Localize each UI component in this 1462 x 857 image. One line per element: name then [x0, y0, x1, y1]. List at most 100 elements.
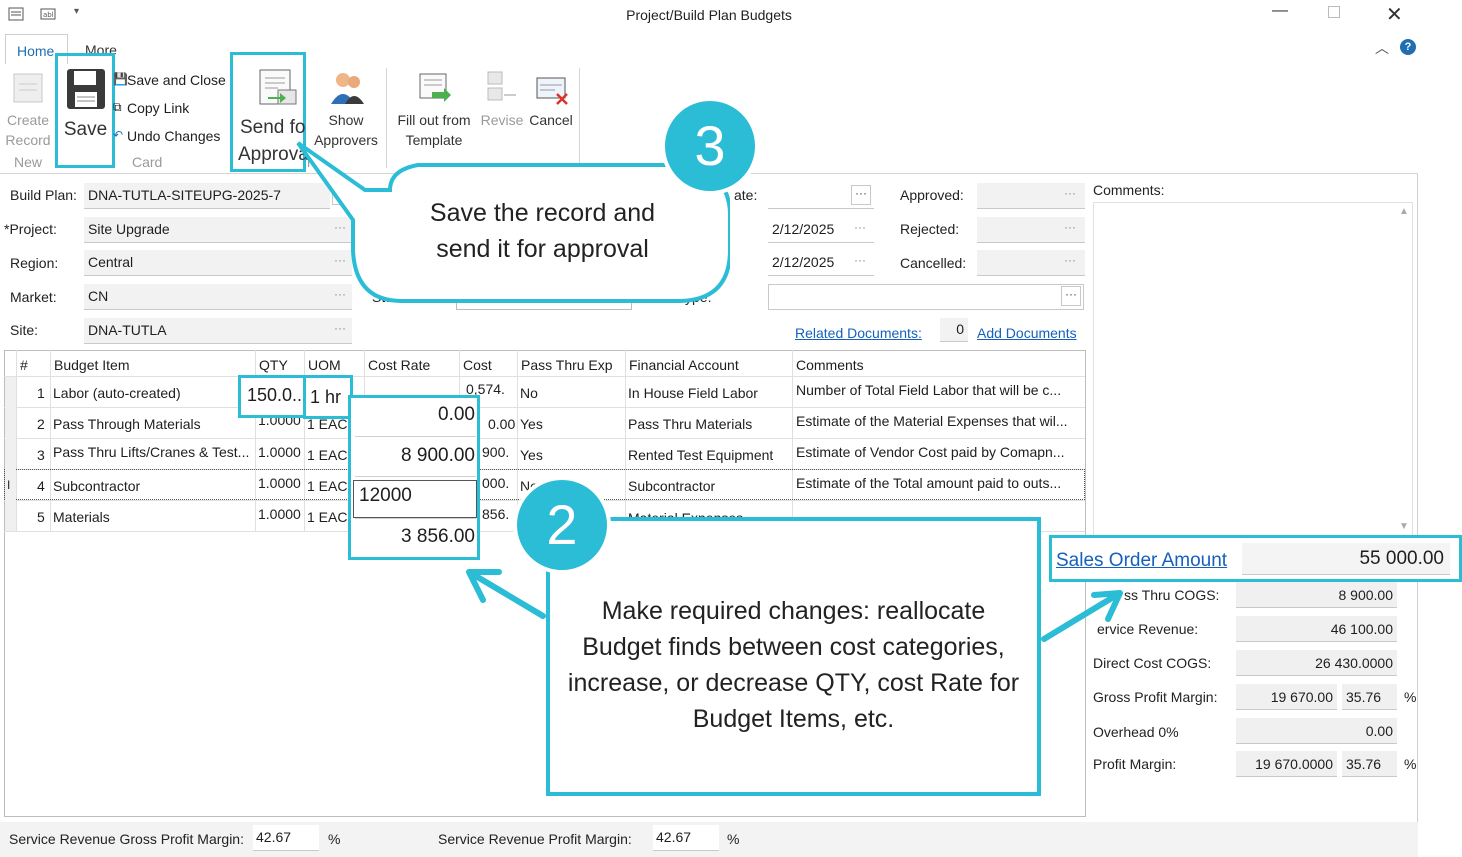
profit-margin-pct: 35.76 — [1342, 751, 1397, 777]
row4-item[interactable]: Subcontractor — [53, 478, 253, 494]
undo-changes-button[interactable]: Undo Changes — [127, 128, 220, 144]
row3-item[interactable]: Pass Thru Lifts/Cranes & Test... — [53, 444, 253, 460]
close-button[interactable]: ✕ — [1386, 2, 1403, 27]
add-documents-link[interactable]: Add Documents — [977, 325, 1077, 341]
send-approval-icon[interactable] — [258, 66, 298, 108]
row2-pass[interactable]: Yes — [520, 416, 543, 432]
col-header-financial-account[interactable]: Financial Account — [629, 357, 739, 373]
copy-link-button[interactable]: Copy Link — [127, 100, 189, 116]
row5-item[interactable]: Materials — [53, 509, 253, 525]
row3-qty[interactable]: 1.0000 — [258, 444, 303, 460]
comments-textarea[interactable] — [1093, 202, 1413, 536]
comments-label: Comments: — [1093, 182, 1165, 198]
row2-item[interactable]: Pass Through Materials — [53, 416, 253, 432]
zoom-rate-row4-input[interactable]: 12000 — [359, 485, 474, 507]
collapse-ribbon-icon[interactable]: ︿ — [1375, 38, 1389, 58]
minimize-button[interactable]: — — [1272, 2, 1288, 20]
step3-badge: 3 — [661, 97, 759, 195]
group-card-label: Card — [132, 154, 163, 170]
rejected-label: Rejected: — [900, 221, 960, 237]
save-close-button[interactable]: Save and Close — [127, 72, 226, 88]
row3-uom[interactable]: 1 EACH — [307, 447, 352, 463]
cancelled-label: Cancelled: — [900, 255, 967, 271]
row3-comments[interactable]: Estimate of Vendor Cost paid by Comapn..… — [796, 444, 1083, 460]
col-header-budget-item[interactable]: Budget Item — [54, 357, 130, 373]
row5-uom[interactable]: 1 EACH — [307, 509, 352, 525]
scroll-down-icon[interactable]: ▼ — [1399, 521, 1409, 532]
type-field[interactable] — [768, 284, 1084, 310]
row4-uom[interactable]: 1 EACH — [307, 478, 352, 494]
help-icon[interactable]: ? — [1400, 39, 1416, 55]
row4-comments[interactable]: Estimate of the Total amount paid to out… — [796, 475, 1083, 491]
date-label-partial: ate: — [734, 187, 758, 203]
create-record-button[interactable]: Create Record — [0, 110, 56, 150]
rejected-lookup[interactable]: ··· — [1064, 220, 1076, 234]
save-close-icon: 💾 — [113, 72, 128, 86]
row3-account[interactable]: Rented Test Equipment — [628, 447, 773, 463]
save-button[interactable]: Save — [58, 120, 113, 140]
sales-order-amount-link[interactable]: Sales Order Amount — [1056, 550, 1227, 572]
site-field[interactable]: DNA-TUTLA — [84, 318, 352, 344]
zoom-rate-row5[interactable]: 3 856.00 — [355, 526, 475, 548]
grid-col-line — [792, 350, 793, 531]
date-lookup-button[interactable]: ··· — [851, 185, 871, 205]
zoom-rate-row3[interactable]: 8 900.00 — [355, 445, 475, 467]
pass-thru-cogs-label: ss Thru COGS: — [1124, 587, 1220, 603]
grid-row-line — [4, 407, 1085, 408]
approved-label: Approved: — [900, 187, 964, 203]
col-header-pass-thru[interactable]: Pass Thru Exp — [521, 357, 613, 373]
row3-pass[interactable]: Yes — [520, 447, 543, 463]
col-header-comments[interactable]: Comments — [796, 357, 864, 373]
pass-thru-cogs-value: 8 900.00 — [1236, 582, 1397, 608]
zoom-divider — [355, 436, 476, 437]
col-header-qty[interactable]: QTY — [259, 357, 288, 373]
row2-num: 2 — [37, 416, 45, 432]
date2-picker[interactable]: ··· — [854, 253, 866, 267]
create-record-icon[interactable] — [12, 72, 44, 104]
row1-num: 1 — [37, 385, 45, 401]
gross-profit-margin-pct: 35.76 — [1342, 684, 1397, 710]
date1-picker[interactable]: ··· — [854, 220, 866, 234]
col-header-num[interactable]: # — [20, 357, 28, 373]
cancelled-lookup[interactable]: ··· — [1064, 253, 1076, 267]
related-documents-link[interactable]: Related Documents: — [795, 325, 922, 341]
zoom-qty[interactable]: 150.0... — [238, 375, 307, 418]
direct-cost-cogs-value: 26 430.0000 — [1236, 650, 1397, 676]
window-title: Project/Build Plan Budgets — [626, 7, 792, 23]
project-label: *Project: — [4, 221, 57, 237]
zoom-uom[interactable]: 1 hr — [303, 375, 353, 419]
col-header-cost[interactable]: Cost — [463, 357, 492, 373]
grid-row-line — [4, 438, 1085, 439]
pm-pct-sign: % — [1404, 756, 1417, 772]
related-documents-count: 0 — [940, 318, 968, 342]
group-new-label: New — [13, 154, 42, 170]
row1-pass[interactable]: No — [520, 385, 538, 401]
row1-comments[interactable]: Number of Total Field Labor that will be… — [796, 382, 1083, 398]
row4-qty[interactable]: 1.0000 — [258, 475, 303, 491]
arrow-to-cost-rate-icon — [466, 569, 546, 619]
fill-template-icon[interactable] — [418, 72, 452, 106]
col-header-uom[interactable]: UOM — [308, 357, 341, 373]
show-approvers-icon[interactable] — [329, 70, 365, 106]
col-header-cost-rate[interactable]: Cost Rate — [368, 357, 430, 373]
approved-lookup[interactable]: ··· — [1064, 186, 1076, 200]
maximize-button[interactable] — [1328, 6, 1340, 18]
zoom-rate-row2[interactable]: 0.00 — [355, 404, 475, 426]
row2-comments[interactable]: Estimate of the Material Expenses that w… — [796, 413, 1083, 429]
row5-qty[interactable]: 1.0000 — [258, 506, 303, 522]
row4-account[interactable]: Subcontractor — [628, 478, 715, 494]
title-bar: abl ▾ Project/Build Plan Budgets — ✕ — [0, 0, 1418, 30]
site-lookup-button[interactable]: ··· — [334, 321, 346, 335]
save-disk-icon[interactable] — [66, 68, 106, 110]
market-label: Market: — [10, 289, 57, 305]
row1-item[interactable]: Labor (auto-created) — [53, 385, 253, 401]
build-plan-label: Build Plan: — [10, 187, 77, 203]
row2-account[interactable]: Pass Thru Materials — [628, 416, 752, 432]
grid-col-line — [16, 350, 17, 531]
type-lookup-button[interactable]: ··· — [1061, 286, 1081, 306]
scroll-up-icon[interactable]: ▲ — [1399, 206, 1409, 217]
revise-icon[interactable] — [484, 70, 518, 106]
row1-account[interactable]: In House Field Labor — [628, 385, 758, 401]
sales-order-amount-field[interactable]: 55 000.00 — [1242, 543, 1450, 575]
cancel-icon[interactable] — [535, 76, 569, 106]
